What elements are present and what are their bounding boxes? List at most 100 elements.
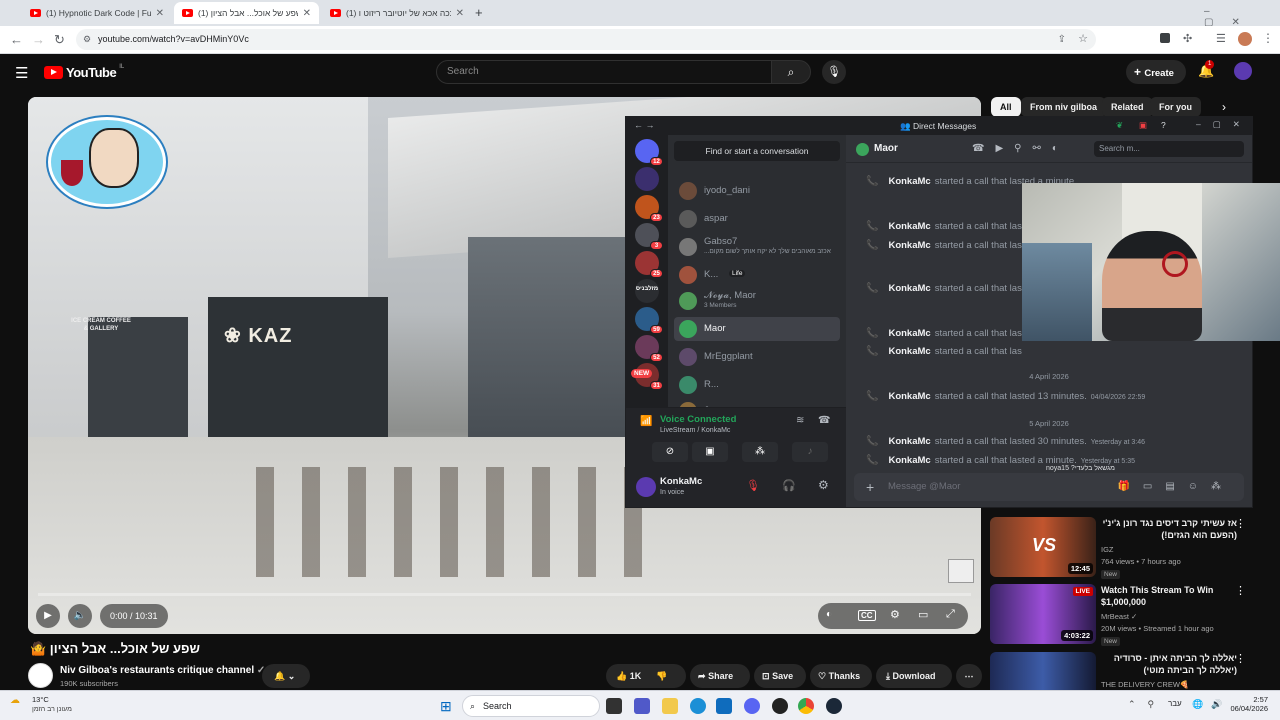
close-tab-icon[interactable]: ✕ — [456, 8, 464, 19]
like-button[interactable]: 👍 1K — [616, 671, 641, 681]
youtube-logo[interactable]: YouTube IL — [44, 64, 124, 80]
soundboard-button[interactable]: ♪ — [792, 442, 828, 462]
search-messages-input[interactable]: Search m... — [1094, 141, 1244, 157]
browser-tab[interactable]: (1) Hypnotic Dark Code | Futuri ✕ — [22, 2, 172, 24]
server-icon[interactable]: 52 — [635, 335, 663, 362]
recommendation-item[interactable]: יאללה לך הביתה איתן - סרודיה (יאללה לך ה… — [990, 652, 1250, 690]
server-icon[interactable]: NEW 31 — [631, 363, 663, 390]
screen-share-button[interactable]: ▣ — [692, 442, 728, 462]
search-button[interactable]: ⌕ — [771, 60, 811, 84]
noise-suppression-icon[interactable]: ≋ — [796, 415, 804, 426]
chip-all[interactable]: All — [991, 97, 1021, 117]
message-author[interactable]: KonkaMc — [888, 455, 930, 466]
dm-item[interactable]: Life K... — [674, 263, 840, 287]
message-author[interactable]: KonkaMc — [888, 391, 930, 402]
camera-off-button[interactable]: ⊘ — [652, 442, 688, 462]
steam-icon[interactable] — [826, 698, 842, 714]
message-author[interactable]: KonkaMc — [888, 283, 930, 294]
task-view-icon[interactable] — [606, 698, 622, 714]
taskbar-search[interactable]: ⌕ Search — [462, 695, 600, 717]
volume-button[interactable]: 🔈 — [68, 604, 92, 628]
create-button[interactable]: + Create — [1126, 60, 1186, 84]
message-author[interactable]: KonkaMc — [888, 240, 930, 251]
message-author[interactable]: KonkaMc — [888, 328, 930, 339]
close-tab-icon[interactable]: ✕ — [156, 8, 164, 19]
video-thumbnail[interactable] — [990, 652, 1096, 690]
thumbs-down-icon[interactable]: 👎 — [656, 664, 667, 688]
channel-name[interactable]: Niv Gilboa's restaurants critique channe… — [60, 665, 265, 676]
video-title[interactable]: אז עשיתי קרב דיסים נגד רונן ג'ינ'י (הפעם… — [1101, 517, 1237, 541]
settings-gear-icon[interactable]: ⚙ — [890, 608, 900, 621]
server-icon[interactable]: 12 — [635, 139, 663, 166]
dm-item[interactable]: Gabso7 ...אכזב מאוהבים שלך לא יקח אותך לש… — [674, 235, 840, 259]
server-icon[interactable]: 25 — [635, 251, 663, 278]
user-settings-gear-icon[interactable]: ⚙ — [818, 478, 829, 492]
server-icon[interactable]: 23 — [635, 195, 663, 222]
more-actions-button[interactable]: ⋯ — [956, 664, 982, 688]
clock[interactable]: 2:57 06/04/2026 — [1226, 695, 1268, 713]
video-thumbnail[interactable]: VS 12:45 — [990, 517, 1096, 577]
activities-button[interactable]: ⁂ — [742, 442, 778, 462]
back-arrow-icon[interactable]: ← → — [634, 120, 655, 130]
reading-list-icon[interactable]: ☰ — [1216, 32, 1226, 45]
deafen-icon[interactable]: 🎧 — [782, 479, 796, 492]
dm-item[interactable]: MrEggplant — [674, 345, 840, 369]
bookmark-star-icon[interactable]: ☆ — [1078, 29, 1088, 50]
dm-item[interactable]: iyodo_dani — [674, 179, 840, 203]
message-author[interactable]: KonkaMc — [888, 436, 930, 447]
windows-start-icon[interactable]: ⊞ — [440, 698, 452, 715]
more-options-icon[interactable]: ⋮ — [1235, 652, 1246, 665]
find-conversation-input[interactable]: Find or start a conversation — [674, 141, 840, 161]
browser-tab-active[interactable]: (1) שפע של אוכל... אבל הציון 🤷 ✕ — [174, 2, 319, 24]
server-icon[interactable]: 59 — [635, 307, 663, 334]
chip-for-you[interactable]: For you — [1150, 97, 1201, 117]
voice-search-button[interactable]: 🎙 — [822, 60, 846, 84]
edge-icon[interactable] — [690, 698, 706, 714]
mic-muted-icon[interactable]: 🎙 — [746, 479, 760, 492]
nitro-leaf-icon[interactable]: ❦ — [1116, 120, 1123, 131]
browser-tab[interactable]: (1) ככה אכא של יוטיובר ריזוט ו ✕ — [322, 2, 472, 24]
chips-next-arrow-icon[interactable]: › — [1222, 100, 1226, 114]
discord-window-controls[interactable]: –▢✕ — [1196, 119, 1252, 130]
new-tab-icon[interactable]: + — [475, 5, 483, 20]
system-tray-icons[interactable]: ⌃⚲ — [1128, 699, 1166, 710]
hamburger-menu-icon[interactable]: ☰ — [15, 64, 28, 82]
autoplay-toggle-icon[interactable]: ◐ — [826, 609, 832, 620]
save-button[interactable]: ⊡ Save — [754, 664, 806, 688]
install-app-icon[interactable]: ⇪ — [1058, 29, 1066, 50]
teams-icon[interactable] — [634, 698, 650, 714]
dm-item[interactable]: aspar — [674, 207, 840, 231]
extension-icon[interactable] — [1160, 33, 1170, 43]
recommendation-item[interactable]: LIVE 4:03:22 Watch This Stream To Win $1… — [990, 584, 1250, 646]
more-options-icon[interactable]: ⋮ — [1235, 584, 1246, 597]
chrome-icon[interactable] — [798, 698, 814, 714]
more-options-icon[interactable]: ⋮ — [1235, 517, 1246, 530]
message-input[interactable]: + Message @Maor 🎁▭▤☺⁂ — [854, 473, 1244, 501]
extensions-puzzle-icon[interactable]: ✣ — [1183, 32, 1192, 45]
video-progress-bar[interactable] — [38, 593, 971, 596]
site-info-icon[interactable]: ⚙ — [83, 29, 91, 50]
browser-menu-icon[interactable]: ⋮ — [1262, 31, 1274, 45]
subscribe-bell-button[interactable]: 🔔 ⌄ — [262, 664, 310, 688]
share-button[interactable]: ➦ Share — [690, 664, 750, 688]
network-volume-icons[interactable]: 🌐🔊 — [1192, 699, 1230, 710]
dm-item[interactable]: R... — [674, 373, 840, 397]
channel-avatar[interactable] — [28, 663, 53, 688]
dm-item[interactable]: Maor — [674, 317, 840, 341]
dm-avatar[interactable] — [856, 143, 869, 156]
channel-name[interactable]: THE DELIVERY CREW🍕 — [1101, 680, 1189, 689]
play-button[interactable]: ▶ — [36, 604, 60, 628]
recommendation-item[interactable]: VS 12:45 אז עשיתי קרב דיסים נגד רונן ג'י… — [990, 517, 1250, 579]
inbox-icon[interactable]: ▣ — [1139, 120, 1147, 131]
attach-plus-icon[interactable]: + — [866, 473, 874, 501]
close-tab-icon[interactable]: ✕ — [303, 8, 311, 19]
call-actions-icons[interactable]: ☎▶⚲⚯◐ — [972, 143, 1069, 154]
back-icon[interactable]: ← — [10, 32, 23, 47]
chip-related[interactable]: Related — [1102, 97, 1153, 117]
server-icon[interactable] — [635, 167, 659, 191]
dm-item[interactable]: 𝓝𝓸𝔂𝓪, Maor 3 Members — [674, 289, 840, 313]
server-icon[interactable]: מזלבניס — [635, 279, 659, 303]
theater-mode-icon[interactable]: ▭ — [918, 608, 928, 621]
reload-icon[interactable]: ↻ — [54, 32, 65, 48]
help-icon[interactable]: ? — [1161, 120, 1166, 130]
